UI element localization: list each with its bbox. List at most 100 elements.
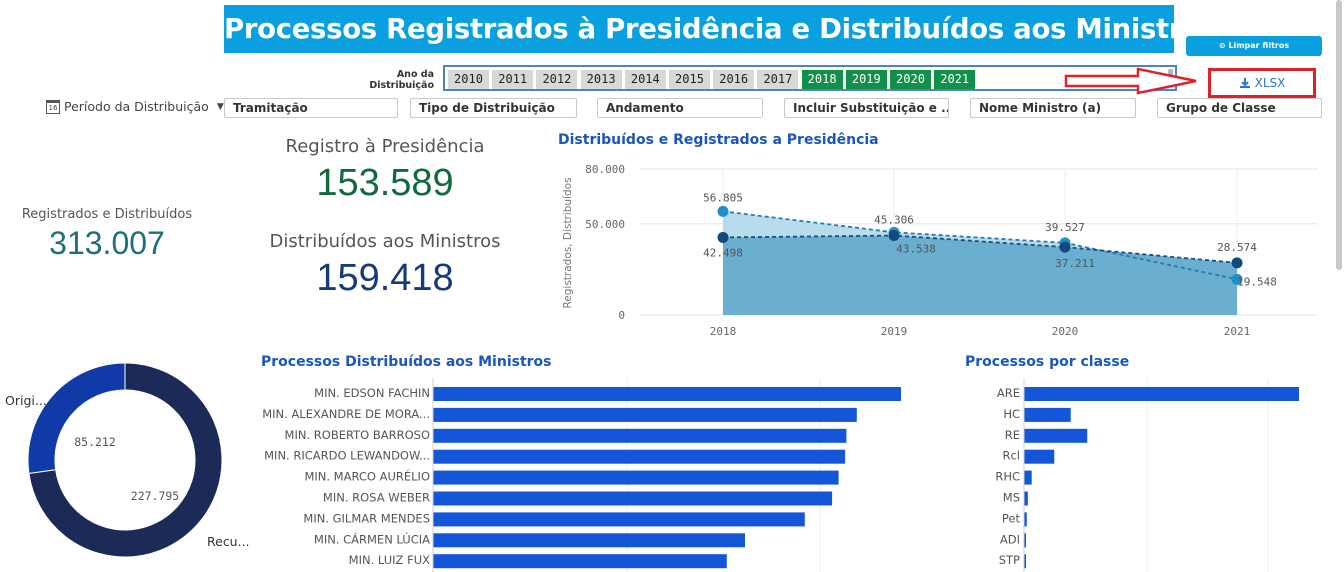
year-option-2015[interactable]: 2015 <box>669 70 711 89</box>
class-chart: ARE HC RE Rcl RHC MS Pet ADI STP <box>995 378 1299 572</box>
line-chart: 80.000 50.000 0 Registrados, Distribuídos 56… <box>562 163 1318 338</box>
filter-grupo-classe[interactable]: Grupo de Classe <box>1157 98 1322 118</box>
bar[interactable] <box>1024 491 1028 506</box>
data-label-series-2: 42.498 <box>703 246 743 259</box>
point-series-2 <box>717 231 729 243</box>
y-tick-label: 0 <box>618 309 625 322</box>
data-label-series-2: 43.538 <box>896 243 936 256</box>
bar[interactable] <box>1024 470 1032 485</box>
year-option-2018[interactable]: 2018 <box>801 70 844 89</box>
year-option-2019[interactable]: 2019 <box>845 70 888 89</box>
page-title: Processos Registrados à Presidência e Di… <box>224 5 1174 53</box>
bar-category-label: RE <box>1005 428 1020 442</box>
area-series-2 <box>723 235 1237 315</box>
donut-slice <box>27 362 126 475</box>
filter-andamento[interactable]: Andamento <box>597 98 763 118</box>
data-label-series-1: 45.306 <box>874 213 914 226</box>
bar-category-label: MS <box>1003 491 1020 505</box>
bar[interactable] <box>433 533 745 548</box>
bar-category-label: MIN. MARCO AURÉLIO <box>304 469 430 484</box>
bar-category-label: STP <box>999 553 1020 567</box>
bar[interactable] <box>1024 407 1071 422</box>
point-series-1 <box>717 205 729 217</box>
bar[interactable] <box>433 387 901 401</box>
bar-category-label: Pet <box>1002 511 1021 525</box>
donut-chart: 85.212 Origi... 227.795 Recu... <box>5 362 250 558</box>
year-option-2016[interactable]: 2016 <box>713 70 756 89</box>
line-chart-title: Distribuídos e Registrados a Presidência <box>558 132 879 148</box>
page-scrollbar[interactable] <box>1336 0 1342 270</box>
download-icon <box>1239 78 1250 88</box>
bar-category-label: Rcl <box>1002 449 1020 463</box>
bar-category-label: MIN. ALEXANDRE DE MORA... <box>262 407 430 421</box>
bar[interactable] <box>433 407 857 422</box>
filter-tipo-distribuicao[interactable]: Tipo de Distribuição <box>410 98 577 118</box>
bar-category-label: MIN. EDSON FACHIN <box>314 386 430 400</box>
clear-filters-label: Limpar filtros <box>1228 41 1290 50</box>
year-option-2012[interactable]: 2012 <box>536 70 579 89</box>
bar-category-label: MIN. ROBERTO BARROSO <box>285 428 430 442</box>
bar-category-label: ADI <box>1000 532 1020 546</box>
donut-category-label: Origi... <box>5 393 47 408</box>
ministers-chart-title: Processos Distribuídos aos Ministros <box>261 354 552 370</box>
bar-category-label: MIN. RICARDO LEWANDOW... <box>264 449 430 463</box>
calendar-icon: 16 <box>46 99 60 114</box>
bar-category-label: MIN. ROSA WEBER <box>323 491 430 505</box>
data-label-series-1: 56.805 <box>703 191 743 204</box>
y-axis-label: Registrados, Distribuídos <box>562 177 574 308</box>
year-option-2010[interactable]: 2010 <box>448 70 490 89</box>
bar[interactable] <box>433 449 846 464</box>
total-kpi-value: 313.007 <box>49 225 165 261</box>
distribuidos-kpi-label: Distribuídos aos Ministros <box>269 231 501 252</box>
bar-category-label: MIN. LUIZ FUX <box>349 553 430 567</box>
year-option-2014[interactable]: 2014 <box>624 70 667 89</box>
registro-kpi-value: 153.589 <box>316 162 454 204</box>
class-chart-title: Processos por classe <box>965 354 1130 370</box>
year-option-2021[interactable]: 2021 <box>934 70 977 89</box>
x-tick-label: 2018 <box>710 325 737 338</box>
donut-value-label: 227.795 <box>131 489 179 503</box>
bar-category-label: RHC <box>995 470 1020 484</box>
clear-filter-icon: ⊘ <box>1218 41 1229 50</box>
bar[interactable] <box>433 554 727 569</box>
year-option-2020[interactable]: 2020 <box>890 70 932 89</box>
year-option-2017[interactable]: 2017 <box>757 70 800 89</box>
x-tick-label: 2019 <box>881 325 908 338</box>
donut-value-label: 85.212 <box>74 435 116 449</box>
bar[interactable] <box>433 512 805 527</box>
ministers-chart: MIN. EDSON FACHIN MIN. ALEXANDRE DE MORA.… <box>262 378 901 572</box>
distribuidos-kpi-value: 159.418 <box>316 257 454 299</box>
year-option-2013[interactable]: 2013 <box>580 70 623 89</box>
bar[interactable] <box>433 470 839 485</box>
point-series-2 <box>1059 241 1071 253</box>
y-tick-label: 50.000 <box>585 218 625 231</box>
export-xlsx-button[interactable]: XLSX <box>1208 68 1316 98</box>
total-kpi-label: Registrados e Distribuídos <box>21 207 193 222</box>
period-filter[interactable]: 16 Período da Distribuição ▼ <box>46 99 224 114</box>
donut-category-label: Recu... <box>207 534 250 549</box>
bar[interactable] <box>433 491 833 506</box>
filter-tramitacao[interactable]: Tramitação <box>224 98 398 118</box>
point-series-2 <box>1231 257 1243 269</box>
bar-category-label: HC <box>1003 407 1020 421</box>
bar[interactable] <box>1024 449 1055 464</box>
bar-category-label: ARE <box>997 386 1020 400</box>
filter-incluir-substituicao[interactable]: Incluir Substituição e ... <box>784 98 949 118</box>
bar[interactable] <box>1024 428 1088 443</box>
caret-down-icon: ▼ <box>216 101 224 112</box>
bar-category-label: MIN. CÁRMEN LÚCIA <box>314 531 430 546</box>
period-filter-label: Período da Distribuição <box>64 99 209 114</box>
year-filter-label: Ano da Distribuição <box>369 69 434 91</box>
data-label-series-2: 28.574 <box>1217 241 1257 254</box>
data-label-series-1: 19.548 <box>1237 275 1277 288</box>
export-xlsx-label: XLSX <box>1254 76 1286 90</box>
bar-category-label: MIN. GILMAR MENDES <box>303 511 430 525</box>
bar[interactable] <box>433 428 847 443</box>
filter-nome-ministro[interactable]: Nome Ministro (a) <box>970 98 1136 118</box>
clear-filters-button[interactable]: ⊘ Limpar filtros <box>1186 36 1322 56</box>
bar[interactable] <box>1024 387 1299 401</box>
annotation-arrow <box>1064 67 1197 95</box>
registro-kpi-label: Registro à Presidência <box>285 136 485 157</box>
year-option-2011[interactable]: 2011 <box>492 70 535 89</box>
data-label-series-2: 37.211 <box>1055 257 1095 270</box>
